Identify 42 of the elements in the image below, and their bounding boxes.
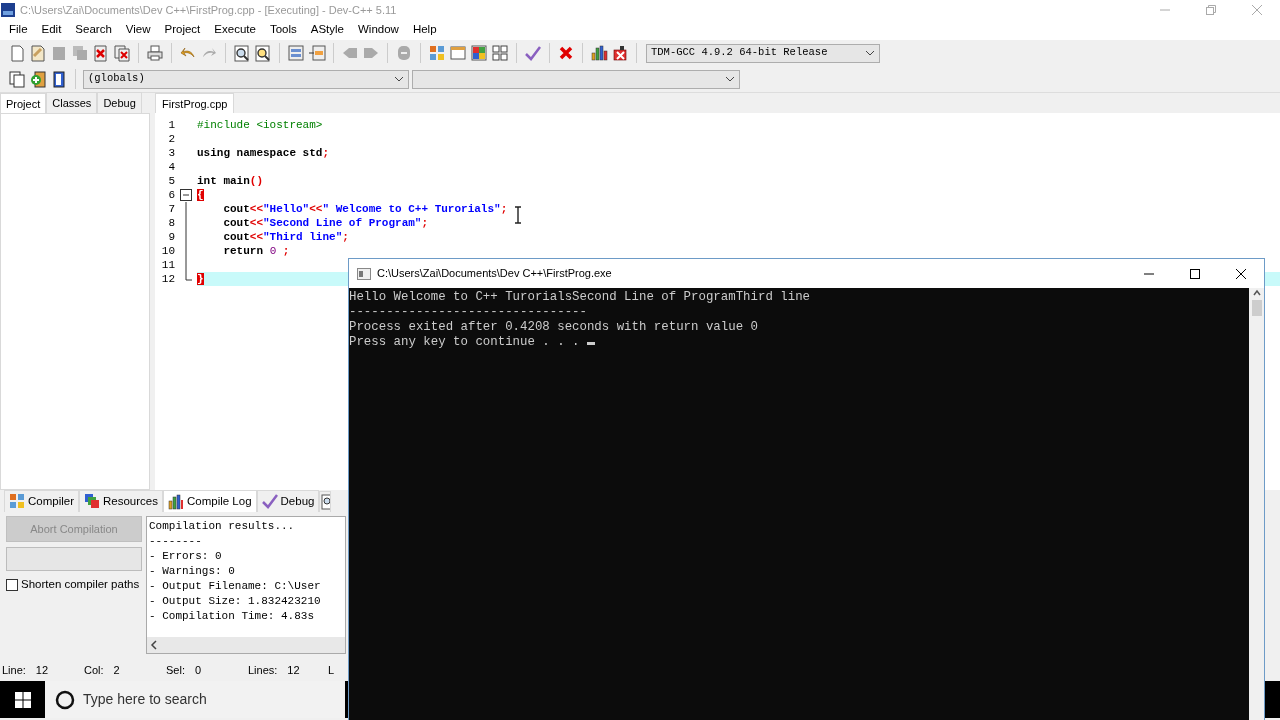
status-label: Col: (84, 663, 104, 679)
status-value: 12 (287, 663, 300, 679)
log-line: Compilation results... (149, 519, 296, 534)
line-number: 10 (160, 244, 175, 258)
line-number: 9 (167, 230, 175, 244)
status-value: 12 (35, 663, 49, 679)
console-title: C:\Users\Zai\Documents\Dev C++\FirstProg.exe (377, 266, 612, 282)
log-line: - Output Size: 1.832423210 (149, 594, 322, 609)
console-line: Hello Welcome to C++ TurorialsSecond Line of ProgramThird line (349, 290, 810, 304)
console-line: -------------------------------- (349, 305, 587, 319)
console-line: Press any key to continue . . . (349, 335, 581, 349)
code-line: using namespace std; (197, 146, 330, 160)
code-line: return 0 ; (222, 244, 290, 258)
line-number: 6 (167, 188, 175, 202)
status-label: Line: (2, 663, 26, 679)
line-number: 2 (167, 132, 175, 146)
log-line: - Warnings: 0 (149, 564, 236, 579)
line-number: 3 (167, 146, 175, 160)
line-number: 4 (167, 160, 175, 174)
log-line: -------- (149, 534, 203, 549)
code-line: cout<<"Second Line of Program"; (222, 216, 429, 230)
line-number: 8 (167, 216, 175, 230)
status-label: L (328, 663, 335, 679)
code-line: int main() (197, 174, 263, 188)
checkbox-label: Shorten compiler paths (21, 577, 140, 592)
code-line: cout<<"Hello"<<" Welcome to C++ Turorials"; (222, 202, 508, 216)
line-number: 7 (167, 202, 175, 216)
status-value: 2 (113, 663, 120, 679)
code-line: #include <iostream> (197, 118, 323, 132)
log-line: - Output Filename: C:\User (149, 579, 322, 594)
line-number: 11 (160, 258, 175, 272)
status-label: Lines: (248, 663, 278, 679)
code-line: cout<<"Third line"; (222, 230, 349, 244)
line-number: 1 (167, 118, 175, 132)
console-line: Process exited after 0.4208 seconds with return value 0 (349, 320, 758, 334)
line-number: 5 (167, 174, 175, 188)
log-line: - Errors: 0 (149, 549, 223, 564)
log-line: - Compilation Time: 4.83s (149, 609, 316, 624)
status-value: 0 (194, 663, 202, 679)
status-label: Sel: (166, 663, 185, 679)
window-title: C:\Users\Zai\Documents\Dev C++\FirstProg.cpp - [Executing] - Dev-C++ 5.11 (20, 2, 397, 18)
line-number: 12 (160, 272, 175, 286)
